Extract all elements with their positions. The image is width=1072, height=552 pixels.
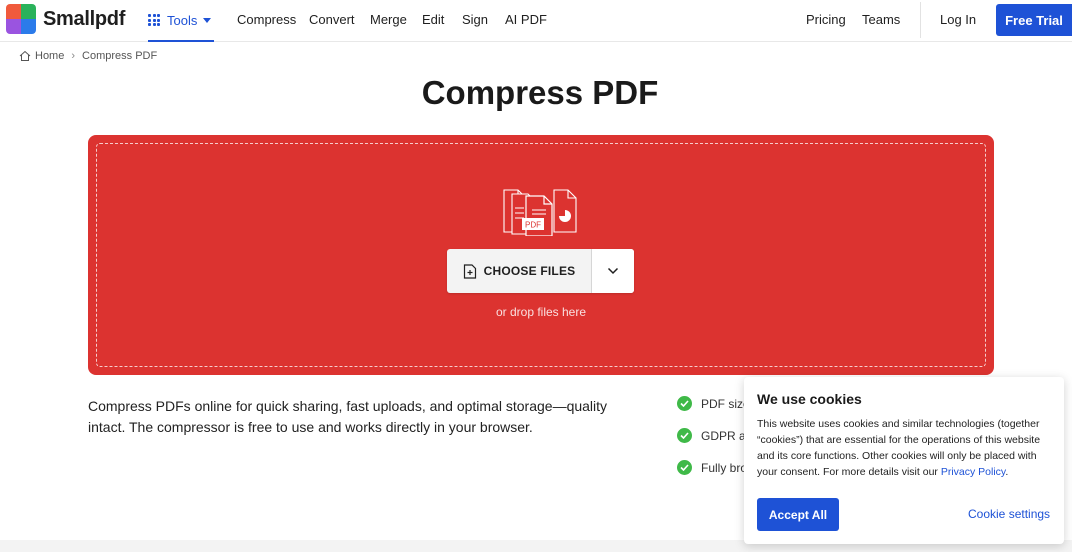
nav-link-compress[interactable]: Compress bbox=[237, 12, 296, 27]
nav-link-sign[interactable]: Sign bbox=[462, 12, 488, 27]
logo-icon bbox=[6, 4, 36, 34]
choose-files-button-group: CHOOSE FILES bbox=[447, 249, 634, 293]
upload-source-dropdown-button[interactable] bbox=[591, 249, 634, 293]
login-link[interactable]: Log In bbox=[940, 12, 976, 27]
feature-item: Fully bro bbox=[677, 460, 747, 475]
accept-all-cookies-button[interactable]: Accept All bbox=[757, 498, 839, 531]
grid-icon bbox=[148, 14, 160, 26]
brand-name: Smallpdf bbox=[43, 7, 126, 30]
cookie-body-end: . bbox=[1005, 466, 1009, 478]
breadcrumb: Home › Compress PDF bbox=[19, 50, 157, 62]
feature-item: GDPR ar bbox=[677, 428, 750, 443]
cookie-settings-link[interactable]: Cookie settings bbox=[968, 507, 1050, 521]
breadcrumb-current: Compress PDF bbox=[82, 50, 158, 62]
privacy-policy-link[interactable]: Privacy Policy bbox=[941, 466, 1006, 478]
home-icon bbox=[19, 50, 31, 61]
choose-files-button[interactable]: CHOOSE FILES bbox=[447, 249, 591, 293]
nav-divider bbox=[920, 2, 921, 38]
drop-files-hint: or drop files here bbox=[495, 305, 587, 319]
feature-text: Fully bro bbox=[701, 460, 748, 475]
file-dropzone[interactable]: PDF CHOOSE FILES or drop files here bbox=[88, 135, 994, 375]
tool-description: Compress PDFs online for quick sharing, … bbox=[88, 398, 608, 435]
nav-link-convert[interactable]: Convert bbox=[309, 12, 355, 27]
check-circle-icon bbox=[677, 428, 692, 443]
cookie-consent-panel: We use cookies This website uses cookies… bbox=[744, 377, 1064, 544]
smallpdf-logo[interactable]: Smallpdf bbox=[6, 4, 125, 34]
nav-link-ai-pdf[interactable]: AI PDF bbox=[505, 12, 547, 27]
nav-link-pricing[interactable]: Pricing bbox=[806, 12, 846, 27]
check-circle-icon bbox=[677, 460, 692, 475]
choose-files-label: CHOOSE FILES bbox=[483, 264, 576, 278]
nav-link-edit[interactable]: Edit bbox=[422, 12, 444, 27]
cookie-description: This website uses cookies and similar te… bbox=[757, 416, 1052, 480]
nav-link-merge[interactable]: Merge bbox=[370, 12, 407, 27]
breadcrumb-home[interactable]: Home bbox=[35, 50, 64, 62]
tools-label: Tools bbox=[167, 12, 198, 28]
feature-item: PDF size bbox=[677, 396, 750, 411]
free-trial-button[interactable]: Free Trial bbox=[996, 4, 1072, 36]
breadcrumb-separator: › bbox=[71, 50, 76, 62]
nav-link-teams[interactable]: Teams bbox=[862, 12, 900, 27]
add-file-icon bbox=[463, 263, 476, 279]
chevron-down-icon bbox=[607, 267, 619, 275]
check-circle-icon bbox=[677, 396, 692, 411]
feature-text: GDPR ar bbox=[701, 428, 750, 443]
cookie-title: We use cookies bbox=[757, 391, 862, 407]
feature-text: PDF size bbox=[701, 396, 750, 411]
top-nav-bar: Smallpdf Tools Compress Convert Merge Ed… bbox=[0, 0, 1072, 42]
tools-menu-button[interactable]: Tools bbox=[148, 0, 214, 42]
page-title: Compress PDF bbox=[421, 74, 659, 111]
pdf-badge-icon: PDF bbox=[525, 221, 541, 230]
caret-down-icon bbox=[203, 17, 212, 23]
svg-text:PDF: PDF bbox=[525, 221, 541, 230]
